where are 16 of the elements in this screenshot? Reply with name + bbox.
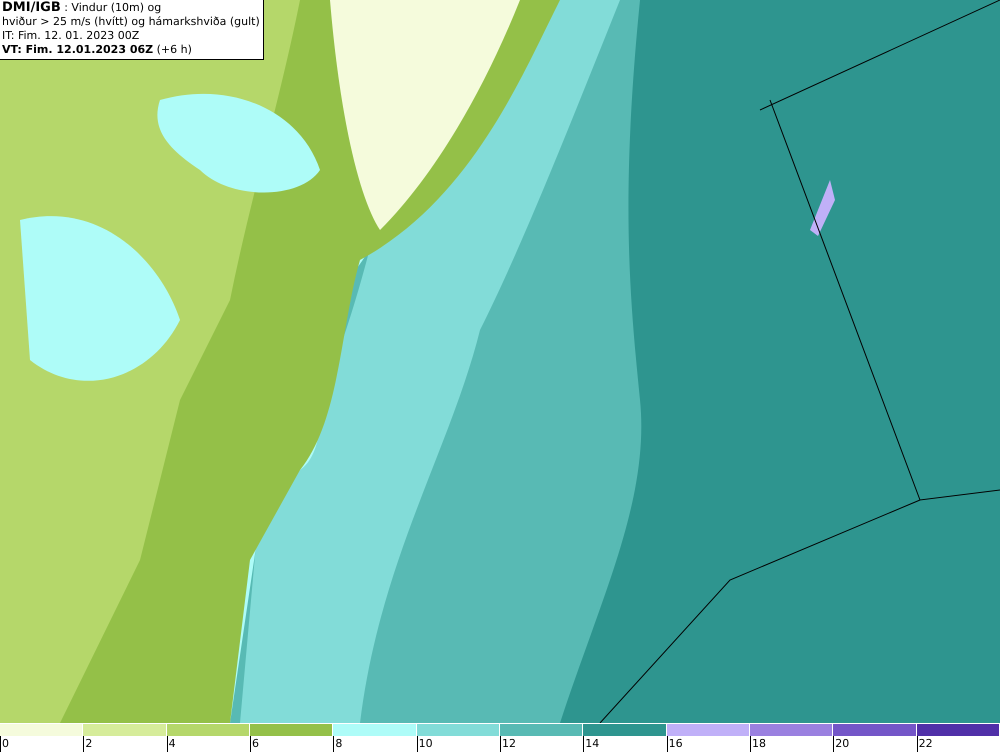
title-line: VT: Fim. 12.01.2023 06Z (+6 h) [2, 43, 193, 57]
legend-tick-label: 0 [0, 736, 9, 752]
legend-tick-label: 4 [166, 736, 176, 752]
title-line: hviður > 25 m/s (hvítt) og hámarkshviða (gult) [2, 15, 260, 29]
title-line: DMI/IGB : Vindur (10m) og [2, 1, 162, 15]
legend-tick-label: 22 [916, 736, 933, 752]
legend-tick-label: 8 [333, 736, 342, 752]
legend-tick-label: 16 [666, 736, 683, 752]
title-line: IT: Fim. 12. 01. 2023 00Z [2, 29, 140, 43]
legend-tick-label: 10 [416, 736, 433, 752]
legend-tick-label: 20 [833, 736, 850, 752]
legend-tick-label: 14 [583, 736, 600, 752]
legend-tick-label: 12 [500, 736, 516, 752]
legend-tick-label: 2 [83, 736, 92, 752]
legend-tick-label: 18 [750, 736, 766, 752]
legend-tick-label: 6 [250, 736, 259, 752]
